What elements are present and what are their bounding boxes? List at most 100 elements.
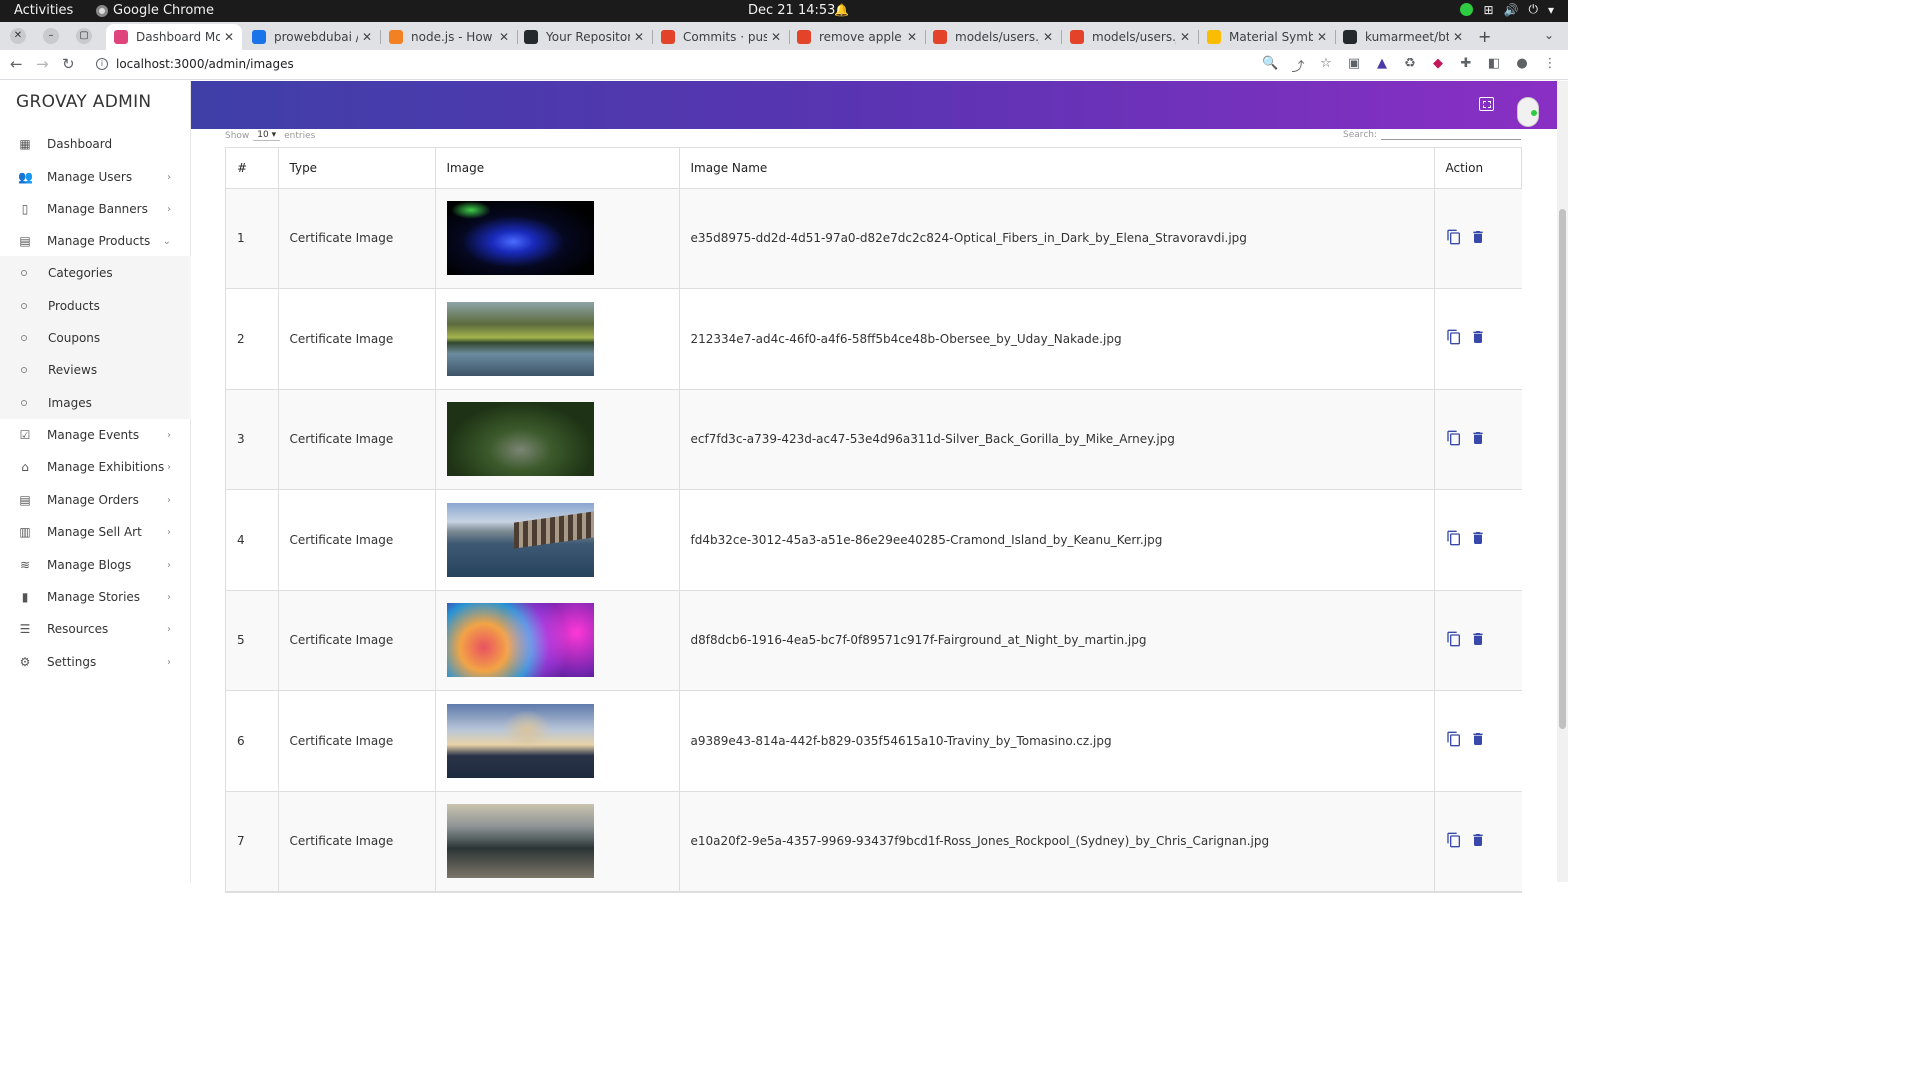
avatar[interactable] (1517, 97, 1539, 127)
image-thumbnail[interactable] (446, 402, 594, 477)
copy-icon[interactable] (1446, 529, 1462, 550)
delete-icon[interactable] (1470, 328, 1486, 349)
sidebar-subitem-coupons[interactable]: Coupons (0, 322, 191, 354)
sidebar-item-manage-sell-art[interactable]: ▥ Manage Sell Art › (0, 516, 191, 548)
browser-tab[interactable]: remove apple a ✕ (789, 24, 925, 50)
table-header-row: # Type Image Image Name Action (226, 148, 1522, 189)
sidebar-item-manage-products[interactable]: ▤ Manage Products ⌄ (0, 225, 191, 257)
url-field[interactable]: i localhost:3000/admin/images (96, 57, 294, 71)
header-type[interactable]: Type (278, 148, 436, 189)
extension-icon[interactable]: ▣ (1346, 56, 1362, 75)
browser-tab[interactable]: models/users.j ✕ (1062, 24, 1198, 50)
extension-icon[interactable]: ◆ (1430, 56, 1446, 75)
delete-icon[interactable] (1470, 529, 1486, 550)
bookmark-star-icon[interactable]: ☆ (1318, 56, 1334, 75)
browser-tab[interactable]: kumarmeet/bt ✕ (1335, 24, 1471, 50)
scrollbar-thumb[interactable] (1559, 209, 1566, 729)
sidebar-subitem-images[interactable]: Images (0, 387, 191, 419)
copy-icon[interactable] (1446, 730, 1462, 751)
tab-close-icon[interactable]: ✕ (224, 30, 234, 44)
puzzle-icon[interactable]: ✚ (1458, 56, 1474, 75)
header-image-name[interactable]: Image Name (679, 148, 1435, 189)
extension-icon[interactable]: ▲ (1374, 56, 1390, 75)
copy-icon[interactable] (1446, 831, 1462, 852)
profile-icon[interactable]: ● (1514, 56, 1530, 75)
close-window-icon[interactable]: ✕ (10, 28, 26, 44)
sidebar-item-manage-users[interactable]: 👥 Manage Users › (0, 161, 191, 193)
sidebar-item-dashboard[interactable]: ▦ Dashboard (0, 128, 191, 160)
tab-close-icon[interactable]: ✕ (1453, 30, 1463, 44)
browser-tab[interactable]: Your Repositor ✕ (516, 24, 652, 50)
delete-icon[interactable] (1470, 630, 1486, 651)
tab-favicon-icon (389, 30, 403, 44)
app-menu[interactable]: Google Chrome (96, 3, 214, 18)
page-length-select[interactable]: 10 ▾ (253, 130, 281, 141)
sidebar-item-settings[interactable]: ⚙ Settings › (0, 646, 191, 678)
browser-tab[interactable]: models/users.j ✕ (925, 24, 1061, 50)
sidebar-subitem-categories[interactable]: Categories (0, 257, 191, 289)
sidebar-item-manage-stories[interactable]: ▮ Manage Stories › (0, 581, 191, 613)
menu-icon[interactable]: ⋮ (1542, 56, 1558, 75)
copy-icon[interactable] (1446, 630, 1462, 651)
image-thumbnail[interactable] (446, 301, 594, 376)
search-input[interactable] (1381, 130, 1521, 140)
copy-icon[interactable] (1446, 328, 1462, 349)
back-icon[interactable]: ← (10, 55, 23, 73)
sidebar-item-manage-events[interactable]: ☑ Manage Events › (0, 419, 191, 451)
browser-tab[interactable]: Dashboard Mo ✕ (106, 24, 242, 50)
delete-icon[interactable] (1470, 730, 1486, 751)
activities-button[interactable]: Activities (14, 3, 73, 18)
tab-close-icon[interactable]: ✕ (634, 30, 644, 44)
browser-tab[interactable]: node.js - How t ✕ (381, 24, 517, 50)
tab-close-icon[interactable]: ✕ (771, 30, 781, 44)
sidebar-item-resources[interactable]: ☰ Resources › (0, 613, 191, 645)
browser-tab[interactable]: Material Symbo ✕ (1199, 24, 1335, 50)
forward-icon[interactable]: → (36, 55, 49, 73)
minimize-window-icon[interactable]: – (43, 28, 59, 44)
sidebar-item-label: Manage Users (47, 170, 133, 184)
system-tray[interactable]: ⊞ 🔊 ⏻ ▾ (1460, 2, 1554, 17)
reload-icon[interactable]: ↻ (62, 55, 75, 73)
zoom-icon[interactable]: 🔍 (1262, 56, 1278, 75)
sidebar-subitem-reviews[interactable]: Reviews (0, 354, 191, 386)
delete-icon[interactable] (1470, 228, 1486, 249)
image-thumbnail[interactable] (446, 703, 594, 778)
image-thumbnail[interactable] (446, 804, 594, 879)
image-thumbnail[interactable] (446, 201, 594, 276)
clock[interactable]: Dec 21 14:53 (748, 3, 835, 18)
tab-search-icon[interactable]: ⌄ (1544, 28, 1554, 42)
fullscreen-icon[interactable] (1479, 97, 1494, 111)
sidebar-item-manage-exhibitions[interactable]: ⌂ Manage Exhibitions › (0, 451, 191, 483)
tab-close-icon[interactable]: ✕ (1043, 30, 1053, 44)
share-icon[interactable]: ⤴ (1290, 56, 1306, 75)
delete-icon[interactable] (1470, 429, 1486, 450)
sidebar-item-manage-orders[interactable]: ▤ Manage Orders › (0, 484, 191, 516)
sidebar-subitem-products[interactable]: Products (0, 290, 191, 322)
copy-icon[interactable] (1446, 228, 1462, 249)
sidebar-item-manage-banners[interactable]: ▯ Manage Banners › (0, 193, 191, 225)
sidebar-item-manage-blogs[interactable]: ≋ Manage Blogs › (0, 549, 191, 581)
page-scrollbar[interactable] (1557, 81, 1568, 882)
header-action: Action (1434, 148, 1522, 189)
sidepanel-icon[interactable]: ◧ (1486, 56, 1502, 75)
new-tab-button[interactable]: + (1478, 27, 1491, 46)
image-thumbnail[interactable] (446, 603, 594, 678)
tab-close-icon[interactable]: ✕ (907, 30, 917, 44)
sidebar-item-label: Manage Exhibitions (47, 460, 165, 474)
header-image[interactable]: Image (435, 148, 680, 189)
browser-tab[interactable]: prowebdubai / ✕ (244, 24, 380, 50)
header-number[interactable]: # (226, 148, 279, 189)
copy-icon[interactable] (1446, 429, 1462, 450)
tab-close-icon[interactable]: ✕ (362, 30, 372, 44)
maximize-window-icon[interactable]: ▢ (76, 28, 92, 44)
tab-close-icon[interactable]: ✕ (1317, 30, 1327, 44)
delete-icon[interactable] (1470, 831, 1486, 852)
row-image-name: 212334e7-ad4c-46f0-a4f6-58ff5b4ce48b-Obe… (679, 288, 1435, 390)
image-thumbnail[interactable] (446, 502, 594, 577)
tab-close-icon[interactable]: ✕ (1180, 30, 1190, 44)
site-info-icon[interactable]: i (96, 58, 108, 70)
extension-icon[interactable]: ♻ (1402, 56, 1418, 75)
browser-tab[interactable]: Commits · push ✕ (653, 24, 789, 50)
tab-close-icon[interactable]: ✕ (499, 30, 509, 44)
show-label: Show (225, 130, 250, 141)
